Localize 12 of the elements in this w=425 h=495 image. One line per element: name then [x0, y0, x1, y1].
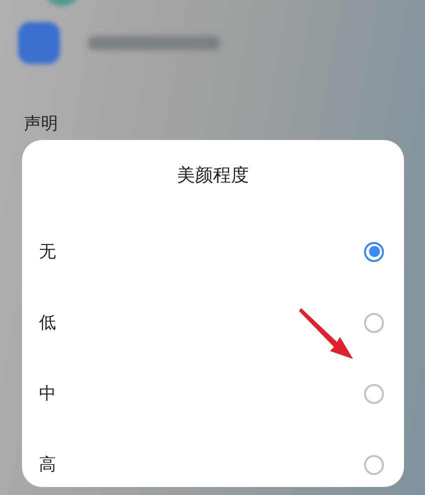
radio-button[interactable]: [364, 242, 384, 262]
radio-button[interactable]: [364, 454, 384, 474]
option-label: 中: [39, 383, 56, 405]
option-label: 无: [39, 241, 56, 263]
option-label: 高: [39, 454, 56, 476]
app-icon: [18, 22, 60, 64]
option-label: 低: [39, 312, 56, 334]
radio-button[interactable]: [364, 384, 384, 404]
section-heading: 声明: [24, 114, 59, 134]
radio-button[interactable]: [364, 312, 384, 332]
arrow-annotation: [299, 305, 355, 361]
dialog-title: 美颜程度: [177, 164, 249, 188]
